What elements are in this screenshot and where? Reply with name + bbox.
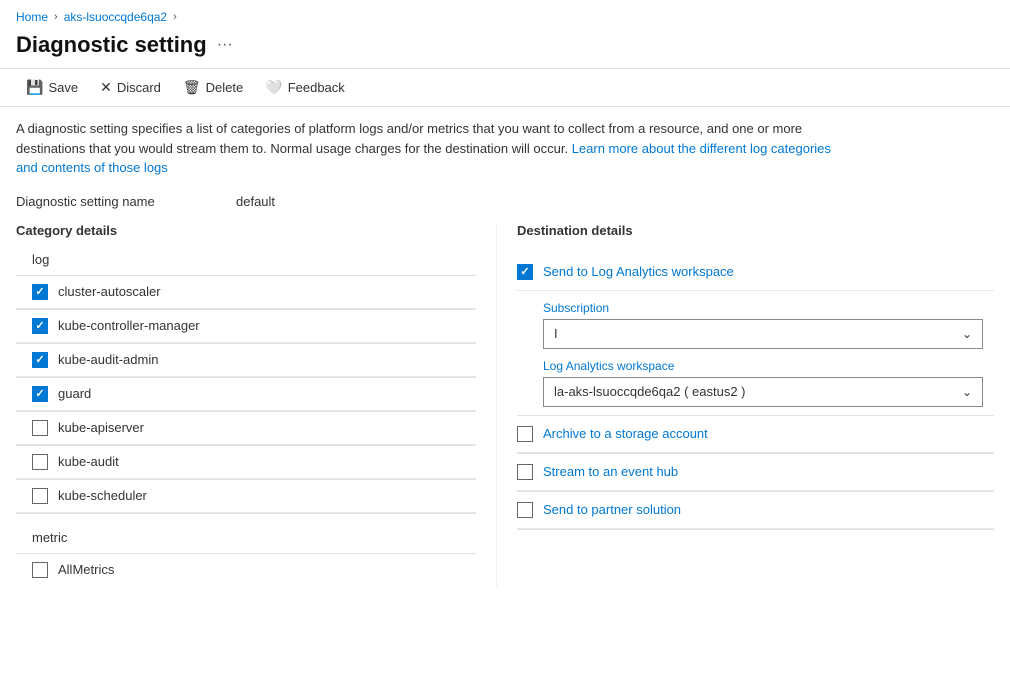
breadcrumb: Home › aks-lsuoccqde6qa2 › — [0, 0, 1010, 28]
dest-checkbox-log-analytics[interactable] — [517, 264, 533, 280]
checkbox-kube-audit-admin[interactable] — [32, 352, 48, 368]
breadcrumb-sep1: › — [54, 11, 58, 23]
checkbox-label-kube-controller-manager: kube-controller-manager — [58, 318, 200, 333]
delete-icon: 🗑 — [183, 79, 201, 96]
log-item-kube-controller-manager: kube-controller-manager — [16, 310, 476, 343]
destination-details-title: Destination details — [517, 223, 994, 238]
checkbox-label-kube-apiserver: kube-apiserver — [58, 420, 144, 435]
chevron-icon-workspace-dropdown: ⌄ — [962, 385, 972, 399]
checkbox-kube-apiserver[interactable] — [32, 420, 48, 436]
save-label: Save — [48, 80, 78, 95]
metric-checkboxes-list: AllMetrics — [16, 554, 476, 586]
log-item-kube-scheduler: kube-scheduler — [16, 480, 476, 513]
dest-option-label-storage-account[interactable]: Archive to a storage account — [543, 426, 708, 441]
discard-icon: ✕ — [100, 79, 112, 96]
main-content: Category details log cluster-autoscaler k… — [0, 223, 1010, 586]
log-item-kube-apiserver: kube-apiserver — [16, 412, 476, 445]
checkbox-cluster-autoscaler[interactable] — [32, 284, 48, 300]
metric-section-title: metric — [32, 530, 476, 545]
checkbox-kube-scheduler[interactable] — [32, 488, 48, 504]
select-wrapper-workspace-dropdown: la-aks-lsuoccqde6qa2 ( eastus2 ) ⌄ — [543, 377, 994, 407]
destination-options-list: Send to Log Analytics workspace Subscript… — [517, 254, 994, 530]
category-details-panel: Category details log cluster-autoscaler k… — [16, 223, 496, 586]
category-details-title: Category details — [16, 223, 476, 238]
checkbox-label-kube-audit: kube-audit — [58, 454, 119, 469]
dest-option-row-event-hub: Stream to an event hub — [517, 454, 994, 491]
dest-checkbox-storage-account[interactable] — [517, 426, 533, 442]
dest-checkbox-partner-solution[interactable] — [517, 502, 533, 518]
select-value-subscription-dropdown: I — [554, 326, 558, 341]
checkbox-label-cluster-autoscaler: cluster-autoscaler — [58, 284, 161, 299]
dest-checkbox-event-hub[interactable] — [517, 464, 533, 480]
dest-option-label-log-analytics[interactable]: Send to Log Analytics workspace — [543, 264, 734, 279]
dest-option-partner-solution: Send to partner solution — [517, 492, 994, 530]
dest-option-label-partner-solution[interactable]: Send to partner solution — [543, 502, 681, 517]
log-item-kube-audit: kube-audit — [16, 446, 476, 479]
setting-name-label: Diagnostic setting name — [16, 194, 236, 209]
save-button[interactable]: 💾 Save — [16, 75, 88, 100]
item-divider-kube-scheduler — [16, 513, 476, 514]
dest-option-event-hub: Stream to an event hub — [517, 454, 994, 492]
feedback-icon: 🤍 — [265, 79, 282, 96]
discard-label: Discard — [117, 80, 161, 95]
breadcrumb-sep2: › — [173, 11, 177, 23]
save-icon: 💾 — [26, 79, 43, 96]
checkbox-kube-audit[interactable] — [32, 454, 48, 470]
form-group-workspace-dropdown: Log Analytics workspace la-aks-lsuoccqde6… — [543, 359, 994, 407]
checkbox-label-kube-scheduler: kube-scheduler — [58, 488, 147, 503]
subscription-dropdown[interactable]: I⌄ — [543, 319, 983, 349]
feedback-button[interactable]: 🤍 Feedback — [255, 75, 355, 100]
feedback-label: Feedback — [288, 80, 345, 95]
dest-option-row-log-analytics: Send to Log Analytics workspace — [517, 254, 994, 291]
metric-item-AllMetrics: AllMetrics — [16, 554, 476, 586]
dest-option-row-partner-solution: Send to partner solution — [517, 492, 994, 529]
dest-option-storage-account: Archive to a storage account — [517, 416, 994, 454]
more-options-icon[interactable]: ··· — [217, 36, 233, 54]
setting-name-row: Diagnostic setting name default — [0, 186, 1010, 223]
checkbox-metric-AllMetrics[interactable] — [32, 562, 48, 578]
log-section-title: log — [32, 252, 476, 267]
delete-button[interactable]: 🗑 Delete — [173, 75, 253, 100]
select-value-workspace-dropdown: la-aks-lsuoccqde6qa2 ( eastus2 ) — [554, 384, 746, 399]
breadcrumb-home[interactable]: Home — [16, 10, 48, 24]
chevron-icon-subscription-dropdown: ⌄ — [962, 327, 972, 341]
page-title: Diagnostic setting — [16, 32, 207, 58]
checkbox-label-kube-audit-admin: kube-audit-admin — [58, 352, 158, 367]
form-group-subscription-dropdown: SubscriptionI⌄ — [543, 301, 994, 349]
checkbox-guard[interactable] — [32, 386, 48, 402]
log-item-kube-audit-admin: kube-audit-admin — [16, 344, 476, 377]
workspace-dropdown[interactable]: la-aks-lsuoccqde6qa2 ( eastus2 ) ⌄ — [543, 377, 983, 407]
select-wrapper-subscription-dropdown: I⌄ — [543, 319, 994, 349]
dest-option-log-analytics: Send to Log Analytics workspace Subscript… — [517, 254, 994, 416]
form-label-subscription-dropdown: Subscription — [543, 301, 994, 315]
log-checkboxes-list: cluster-autoscaler kube-controller-manage… — [16, 276, 476, 514]
page-header: Diagnostic setting ··· — [0, 28, 1010, 68]
toolbar: 💾 Save ✕ Discard 🗑 Delete 🤍 Feedback — [0, 68, 1010, 107]
setting-name-value: default — [236, 194, 275, 209]
form-label-workspace-dropdown: Log Analytics workspace — [543, 359, 994, 373]
checkbox-label-guard: guard — [58, 386, 91, 401]
delete-label: Delete — [206, 80, 244, 95]
description: A diagnostic setting specifies a list of… — [0, 107, 860, 186]
log-item-cluster-autoscaler: cluster-autoscaler — [16, 276, 476, 309]
dest-option-label-event-hub[interactable]: Stream to an event hub — [543, 464, 678, 479]
checkbox-metric-label-AllMetrics: AllMetrics — [58, 562, 114, 577]
log-item-guard: guard — [16, 378, 476, 411]
discard-button[interactable]: ✕ Discard — [90, 75, 171, 100]
dest-divider-partner-solution — [517, 529, 994, 530]
dest-option-row-storage-account: Archive to a storage account — [517, 416, 994, 453]
breadcrumb-resource[interactable]: aks-lsuoccqde6qa2 — [64, 10, 167, 24]
checkbox-kube-controller-manager[interactable] — [32, 318, 48, 334]
destination-details-panel: Destination details Send to Log Analytic… — [496, 223, 994, 586]
